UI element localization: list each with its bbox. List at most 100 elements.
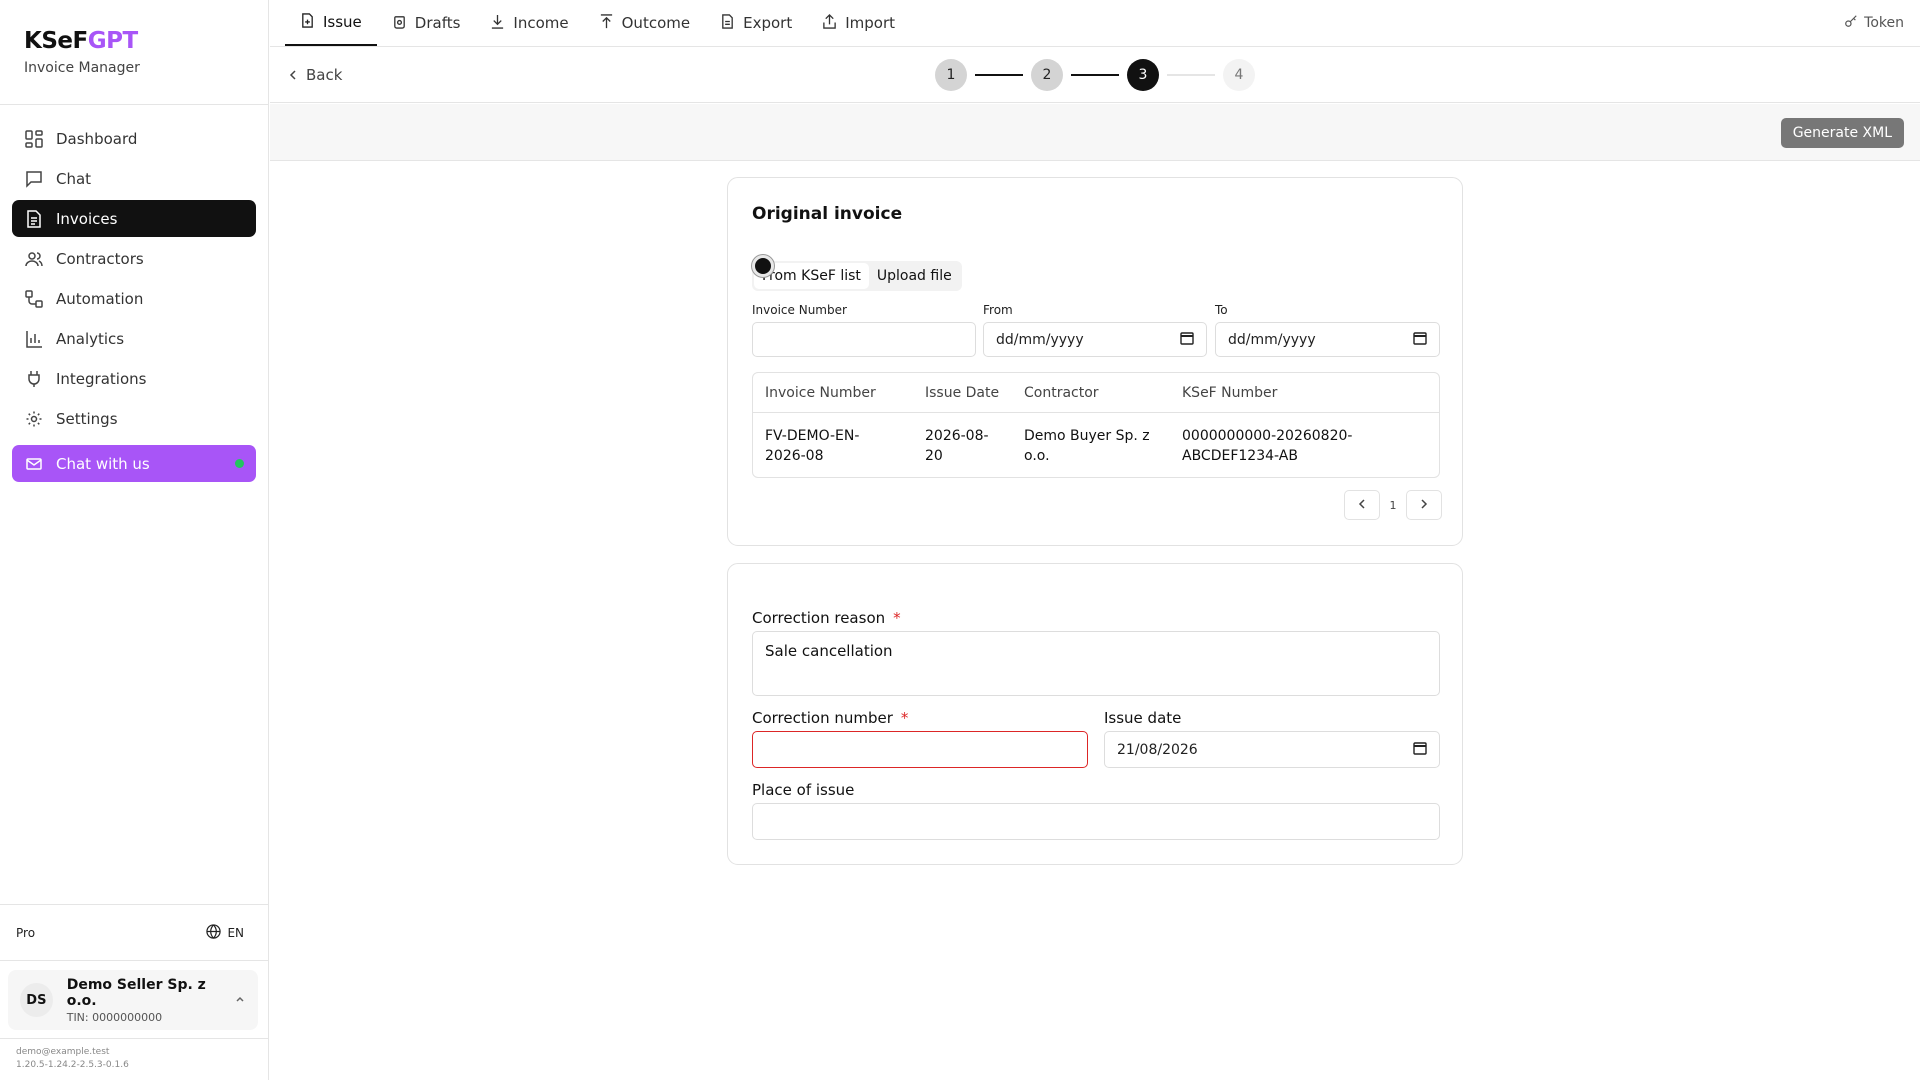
back-label: Back — [306, 66, 343, 84]
calendar-icon[interactable] — [1413, 331, 1427, 349]
issue-date-input[interactable]: 21/08/2026 — [1104, 731, 1440, 768]
sidebar-item-dashboard[interactable]: Dashboard — [12, 120, 256, 157]
language-label: EN — [227, 926, 244, 940]
date-placeholder: dd/mm/yyyy — [1228, 331, 1316, 348]
user-name: Demo Seller Sp. z o.o. — [66, 976, 206, 1009]
tab-label: Income — [513, 14, 569, 32]
to-date-input[interactable]: dd/mm/yyyy — [1215, 322, 1440, 357]
table-cell: 0000000000-20260820-ABCDEF1234-AB — [1182, 428, 1353, 464]
chevron-left-icon — [1357, 498, 1367, 512]
tab-issue[interactable]: Issue — [285, 0, 377, 46]
dashboard-icon — [24, 129, 44, 149]
app-subtitle: Invoice Manager — [24, 60, 140, 76]
brand: KSeFGPT Invoice Manager — [24, 28, 140, 76]
source-toggle: From KSeF list Upload file — [752, 261, 962, 291]
place-of-issue-input[interactable] — [752, 803, 1440, 840]
selection-indicator[interactable] — [752, 255, 774, 277]
tab-export[interactable]: Export — [705, 0, 807, 46]
sidebar-item-label: Automation — [56, 289, 144, 308]
sidebar-item-chat[interactable]: Chat — [12, 160, 256, 197]
required-marker: * — [900, 709, 909, 727]
calendar-icon[interactable] — [1180, 331, 1194, 349]
column-header[interactable]: KSeF Number — [1182, 385, 1277, 401]
key-icon — [1844, 14, 1858, 32]
user-email: demo@example.test — [16, 1047, 110, 1057]
correction-reason-label: Correction reason * — [752, 609, 901, 627]
date-placeholder: dd/mm/yyyy — [996, 331, 1084, 348]
app-logo[interactable]: KSeFGPT — [24, 28, 140, 54]
tab-label: Drafts — [414, 14, 461, 32]
tab-import[interactable]: Import — [807, 0, 910, 46]
top-tabs: Issue Drafts Income Outcome Export Impor… — [270, 0, 1920, 47]
chevron-right-icon — [1419, 498, 1429, 512]
sidebar-item-settings[interactable]: Settings — [12, 400, 256, 437]
sidebar-nav: Dashboard Chat Invoices Contractors Auto… — [12, 120, 256, 485]
bar-chart-icon — [24, 329, 44, 349]
language-switcher[interactable]: EN — [206, 924, 244, 942]
users-icon — [24, 249, 44, 269]
sidebar-item-label: Dashboard — [56, 129, 138, 148]
back-button[interactable]: Back — [288, 66, 342, 84]
draft-icon — [392, 14, 407, 33]
globe-icon — [206, 924, 222, 942]
column-header[interactable]: Issue Date — [925, 385, 999, 401]
step-4[interactable]: 4 — [1223, 59, 1255, 91]
divider — [0, 904, 268, 905]
issue-date-value: 21/08/2026 — [1117, 741, 1198, 758]
chevron-left-icon — [288, 66, 298, 84]
workflow-icon — [24, 289, 44, 309]
column-header[interactable]: Contractor — [1024, 385, 1099, 401]
token-label: Token — [1864, 15, 1904, 31]
next-page-button[interactable] — [1406, 490, 1442, 520]
prev-page-button[interactable] — [1344, 490, 1380, 520]
tab-outcome[interactable]: Outcome — [584, 0, 705, 46]
token-button[interactable]: Token — [1844, 14, 1904, 32]
from-date-input[interactable]: dd/mm/yyyy — [983, 322, 1207, 357]
footer-meta: demo@example.test 1.20.5-1.24.2-2.5.3-0.… — [16, 1046, 129, 1072]
user-account-menu[interactable]: DS Demo Seller Sp. z o.o. TIN: 000000000… — [8, 970, 258, 1030]
sidebar-item-label: Chat — [56, 169, 92, 188]
correction-number-input[interactable] — [752, 731, 1088, 768]
tab-income[interactable]: Income — [475, 0, 583, 46]
tab-label: Export — [743, 14, 793, 32]
correction-reason-textarea[interactable]: Sale cancellation — [752, 631, 1440, 696]
sidebar-item-analytics[interactable]: Analytics — [12, 320, 256, 357]
sidebar-item-label: Invoices — [56, 209, 118, 228]
sidebar-item-automation[interactable]: Automation — [12, 280, 256, 317]
required-marker: * — [893, 609, 901, 627]
upload-icon — [599, 13, 614, 33]
step-2[interactable]: 2 — [1031, 59, 1063, 91]
invoice-icon — [24, 209, 44, 229]
card-title: Original invoice — [752, 204, 903, 224]
tab-label: Outcome — [621, 14, 691, 32]
place-of-issue-label: Place of issue — [752, 781, 855, 799]
from-date-label: From — [983, 303, 1013, 317]
correction-details-card: Correction reason * Sale cancellation Cor… — [727, 563, 1463, 865]
sidebar-item-invoices[interactable]: Invoices — [12, 200, 256, 237]
step-3[interactable]: 3 — [1127, 59, 1159, 91]
action-bar: Generate XML — [270, 104, 1920, 161]
sidebar: KSeFGPT Invoice Manager Dashboard Chat I… — [0, 0, 269, 1080]
page-number: 1 — [1389, 498, 1397, 512]
sidebar-item-contractors[interactable]: Contractors — [12, 240, 256, 277]
invoice-number-input[interactable] — [752, 322, 976, 357]
mail-icon — [24, 454, 44, 474]
step-connector — [975, 74, 1023, 76]
plug-icon — [24, 369, 44, 389]
tab-drafts[interactable]: Drafts — [377, 0, 476, 46]
step-1[interactable]: 1 — [935, 59, 967, 91]
divider — [0, 960, 268, 961]
original-invoice-card: Original invoice From KSeF list Upload f… — [727, 177, 1463, 546]
tab-upload-file[interactable]: Upload file — [869, 263, 960, 289]
column-header[interactable]: Invoice Number — [765, 385, 876, 401]
chat-with-us-button[interactable]: Chat with us — [12, 445, 256, 482]
sidebar-item-label: Integrations — [56, 369, 147, 388]
app-version: 1.20.5-1.24.2-2.5.3-0.1.6 — [16, 1060, 129, 1070]
invoice-table: Invoice Number Issue Date Contractor KSe… — [752, 372, 1440, 478]
generate-xml-button[interactable]: Generate XML — [1780, 118, 1904, 148]
sidebar-item-integrations[interactable]: Integrations — [12, 360, 256, 397]
invoice-number-label: Invoice Number — [752, 303, 847, 317]
divider — [0, 1038, 268, 1039]
chat-icon — [24, 169, 44, 189]
calendar-icon[interactable] — [1413, 741, 1427, 759]
